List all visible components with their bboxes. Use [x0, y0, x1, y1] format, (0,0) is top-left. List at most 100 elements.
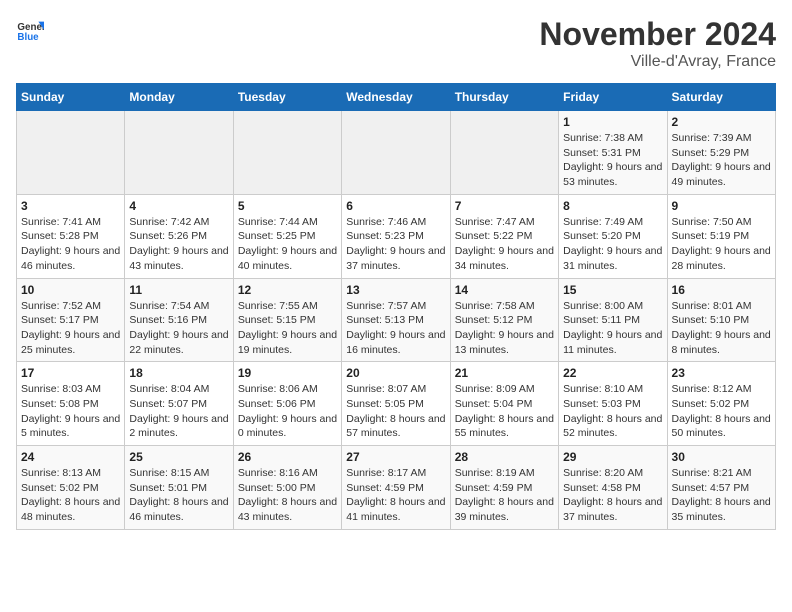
day-number: 14: [455, 283, 554, 297]
day-number: 5: [238, 199, 337, 213]
day-number: 4: [129, 199, 228, 213]
calendar-cell: 26 Sunrise: 8:16 AM Sunset: 5:00 PM Dayli…: [233, 446, 341, 530]
svg-text:Blue: Blue: [17, 32, 39, 43]
day-number: 10: [21, 283, 120, 297]
calendar-cell: 11 Sunrise: 7:54 AM Sunset: 5:16 PM Dayli…: [125, 278, 233, 362]
calendar-cell: 15 Sunrise: 8:00 AM Sunset: 5:11 PM Dayli…: [559, 278, 667, 362]
page-header: General Blue November 2024 Ville-d'Avray…: [16, 16, 776, 71]
calendar-cell: [17, 111, 125, 195]
day-info: Sunrise: 8:15 AM Sunset: 5:01 PM Dayligh…: [129, 466, 228, 525]
day-info: Sunrise: 8:17 AM Sunset: 4:59 PM Dayligh…: [346, 466, 445, 525]
weekday-header-friday: Friday: [559, 84, 667, 111]
weekday-header-wednesday: Wednesday: [342, 84, 450, 111]
calendar-cell: 23 Sunrise: 8:12 AM Sunset: 5:02 PM Dayli…: [667, 362, 775, 446]
day-number: 22: [563, 366, 662, 380]
calendar-cell: 18 Sunrise: 8:04 AM Sunset: 5:07 PM Dayli…: [125, 362, 233, 446]
day-number: 25: [129, 450, 228, 464]
weekday-header-monday: Monday: [125, 84, 233, 111]
calendar-week-4: 17 Sunrise: 8:03 AM Sunset: 5:08 PM Dayli…: [17, 362, 776, 446]
calendar-cell: 1 Sunrise: 7:38 AM Sunset: 5:31 PM Daylig…: [559, 111, 667, 195]
calendar-cell: 19Sunrise: 8:06 AM Sunset: 5:06 PM Dayli…: [233, 362, 341, 446]
calendar-week-2: 3Sunrise: 7:41 AM Sunset: 5:28 PM Daylig…: [17, 194, 776, 278]
day-number: 21: [455, 366, 554, 380]
calendar-cell: [233, 111, 341, 195]
day-info: Sunrise: 8:00 AM Sunset: 5:11 PM Dayligh…: [563, 299, 662, 358]
day-number: 7: [455, 199, 554, 213]
day-number: 18: [129, 366, 228, 380]
month-title: November 2024: [539, 16, 776, 53]
day-info: Sunrise: 7:50 AM Sunset: 5:19 PM Dayligh…: [672, 215, 771, 274]
day-info: Sunrise: 7:58 AM Sunset: 5:12 PM Dayligh…: [455, 299, 554, 358]
day-info: Sunrise: 8:01 AM Sunset: 5:10 PM Dayligh…: [672, 299, 771, 358]
calendar-cell: 30 Sunrise: 8:21 AM Sunset: 4:57 PM Dayli…: [667, 446, 775, 530]
calendar-cell: 2Sunrise: 7:39 AM Sunset: 5:29 PM Daylig…: [667, 111, 775, 195]
day-number: 20: [346, 366, 445, 380]
calendar-cell: 22 Sunrise: 8:10 AM Sunset: 5:03 PM Dayli…: [559, 362, 667, 446]
calendar-cell: [450, 111, 558, 195]
day-info: Sunrise: 7:49 AM Sunset: 5:20 PM Dayligh…: [563, 215, 662, 274]
calendar-cell: 8 Sunrise: 7:49 AM Sunset: 5:20 PM Daylig…: [559, 194, 667, 278]
calendar-cell: 21 Sunrise: 8:09 AM Sunset: 5:04 PM Dayli…: [450, 362, 558, 446]
day-number: 30: [672, 450, 771, 464]
calendar-cell: 12 Sunrise: 7:55 AM Sunset: 5:15 PM Dayli…: [233, 278, 341, 362]
calendar-cell: 7 Sunrise: 7:47 AM Sunset: 5:22 PM Daylig…: [450, 194, 558, 278]
calendar-cell: 27 Sunrise: 8:17 AM Sunset: 4:59 PM Dayli…: [342, 446, 450, 530]
day-number: 16: [672, 283, 771, 297]
day-info: Sunrise: 7:39 AM Sunset: 5:29 PM Dayligh…: [672, 131, 771, 190]
day-info: Sunrise: 7:57 AM Sunset: 5:13 PM Dayligh…: [346, 299, 445, 358]
weekday-header-row: SundayMondayTuesdayWednesdayThursdayFrid…: [17, 84, 776, 111]
calendar-cell: 14 Sunrise: 7:58 AM Sunset: 5:12 PM Dayli…: [450, 278, 558, 362]
day-info: Sunrise: 7:41 AM Sunset: 5:28 PM Dayligh…: [21, 215, 120, 274]
calendar-cell: 10Sunrise: 7:52 AM Sunset: 5:17 PM Dayli…: [17, 278, 125, 362]
calendar-cell: 28Sunrise: 8:19 AM Sunset: 4:59 PM Dayli…: [450, 446, 558, 530]
calendar-cell: 29Sunrise: 8:20 AM Sunset: 4:58 PM Dayli…: [559, 446, 667, 530]
day-info: Sunrise: 7:38 AM Sunset: 5:31 PM Dayligh…: [563, 131, 662, 190]
calendar-cell: 5 Sunrise: 7:44 AM Sunset: 5:25 PM Daylig…: [233, 194, 341, 278]
weekday-header-tuesday: Tuesday: [233, 84, 341, 111]
day-number: 23: [672, 366, 771, 380]
calendar-cell: 16 Sunrise: 8:01 AM Sunset: 5:10 PM Dayli…: [667, 278, 775, 362]
calendar-cell: 25 Sunrise: 8:15 AM Sunset: 5:01 PM Dayli…: [125, 446, 233, 530]
day-info: Sunrise: 8:16 AM Sunset: 5:00 PM Dayligh…: [238, 466, 337, 525]
calendar-cell: [125, 111, 233, 195]
day-info: Sunrise: 7:44 AM Sunset: 5:25 PM Dayligh…: [238, 215, 337, 274]
calendar-week-5: 24 Sunrise: 8:13 AM Sunset: 5:02 PM Dayli…: [17, 446, 776, 530]
calendar-cell: 6 Sunrise: 7:46 AM Sunset: 5:23 PM Daylig…: [342, 194, 450, 278]
logo-icon: General Blue: [16, 16, 44, 44]
day-info: Sunrise: 8:10 AM Sunset: 5:03 PM Dayligh…: [563, 382, 662, 441]
day-number: 6: [346, 199, 445, 213]
calendar-cell: 3Sunrise: 7:41 AM Sunset: 5:28 PM Daylig…: [17, 194, 125, 278]
calendar-week-1: 1 Sunrise: 7:38 AM Sunset: 5:31 PM Daylig…: [17, 111, 776, 195]
calendar-cell: 13 Sunrise: 7:57 AM Sunset: 5:13 PM Dayli…: [342, 278, 450, 362]
calendar-cell: 4Sunrise: 7:42 AM Sunset: 5:26 PM Daylig…: [125, 194, 233, 278]
day-number: 27: [346, 450, 445, 464]
day-info: Sunrise: 7:47 AM Sunset: 5:22 PM Dayligh…: [455, 215, 554, 274]
day-info: Sunrise: 8:03 AM Sunset: 5:08 PM Dayligh…: [21, 382, 120, 441]
calendar-table: SundayMondayTuesdayWednesdayThursdayFrid…: [16, 83, 776, 530]
day-info: Sunrise: 7:55 AM Sunset: 5:15 PM Dayligh…: [238, 299, 337, 358]
day-info: Sunrise: 8:21 AM Sunset: 4:57 PM Dayligh…: [672, 466, 771, 525]
day-number: 8: [563, 199, 662, 213]
day-info: Sunrise: 8:13 AM Sunset: 5:02 PM Dayligh…: [21, 466, 120, 525]
day-number: 24: [21, 450, 120, 464]
day-number: 13: [346, 283, 445, 297]
day-number: 11: [129, 283, 228, 297]
calendar-cell: 24 Sunrise: 8:13 AM Sunset: 5:02 PM Dayli…: [17, 446, 125, 530]
day-info: Sunrise: 8:06 AM Sunset: 5:06 PM Dayligh…: [238, 382, 337, 441]
day-number: 15: [563, 283, 662, 297]
day-number: 17: [21, 366, 120, 380]
day-number: 9: [672, 199, 771, 213]
calendar-week-3: 10Sunrise: 7:52 AM Sunset: 5:17 PM Dayli…: [17, 278, 776, 362]
calendar-cell: 17 Sunrise: 8:03 AM Sunset: 5:08 PM Dayli…: [17, 362, 125, 446]
day-info: Sunrise: 7:46 AM Sunset: 5:23 PM Dayligh…: [346, 215, 445, 274]
day-number: 1: [563, 115, 662, 129]
location-title: Ville-d'Avray, France: [539, 53, 776, 71]
day-info: Sunrise: 8:09 AM Sunset: 5:04 PM Dayligh…: [455, 382, 554, 441]
day-number: 12: [238, 283, 337, 297]
day-info: Sunrise: 8:12 AM Sunset: 5:02 PM Dayligh…: [672, 382, 771, 441]
day-info: Sunrise: 8:04 AM Sunset: 5:07 PM Dayligh…: [129, 382, 228, 441]
day-number: 26: [238, 450, 337, 464]
weekday-header-thursday: Thursday: [450, 84, 558, 111]
day-info: Sunrise: 7:54 AM Sunset: 5:16 PM Dayligh…: [129, 299, 228, 358]
weekday-header-saturday: Saturday: [667, 84, 775, 111]
